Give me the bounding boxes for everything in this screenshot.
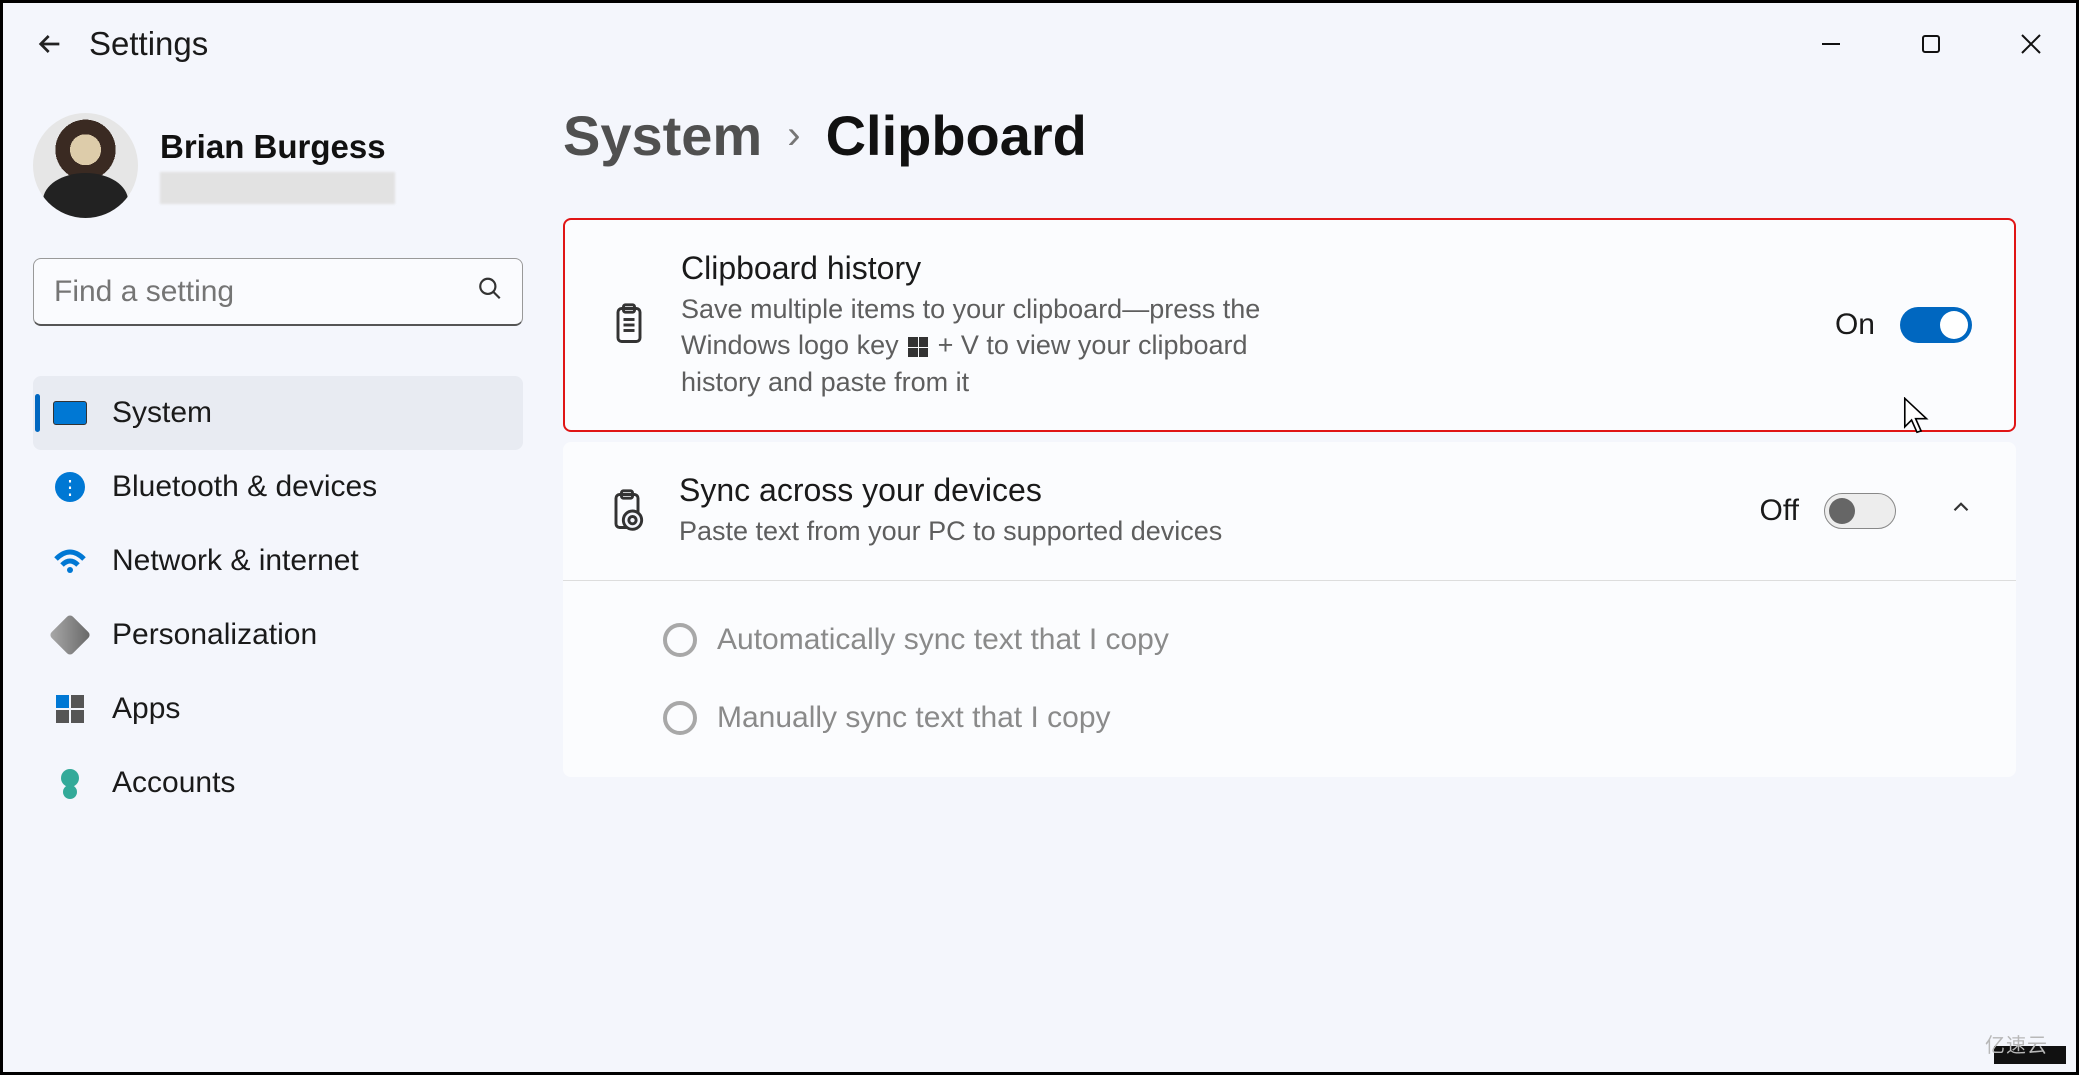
sidebar-item-system[interactable]: System bbox=[33, 376, 523, 450]
sync-devices-card: Sync across your devices Paste text from… bbox=[563, 442, 2016, 776]
wifi-icon bbox=[53, 544, 87, 578]
card-title: Sync across your devices bbox=[679, 472, 1730, 509]
toggle-state-label: On bbox=[1835, 308, 1875, 342]
radio-icon bbox=[663, 701, 697, 735]
radio-icon bbox=[663, 623, 697, 657]
breadcrumb: System › Clipboard bbox=[563, 103, 2016, 168]
user-name: Brian Burgess bbox=[160, 128, 395, 166]
sidebar-item-label: Bluetooth & devices bbox=[112, 470, 377, 504]
breadcrumb-parent[interactable]: System bbox=[563, 103, 762, 168]
sync-options-panel: Automatically sync text that I copy Manu… bbox=[563, 580, 2016, 777]
sync-devices-toggle[interactable] bbox=[1824, 493, 1896, 529]
sidebar-item-apps[interactable]: Apps bbox=[33, 672, 523, 746]
clipboard-history-card: Clipboard history Save multiple items to… bbox=[563, 218, 2016, 432]
sidebar-item-personalization[interactable]: Personalization bbox=[33, 598, 523, 672]
apps-icon bbox=[53, 692, 87, 726]
close-button[interactable] bbox=[2006, 19, 2056, 69]
breadcrumb-current: Clipboard bbox=[826, 103, 1087, 168]
chevron-right-icon: › bbox=[787, 113, 800, 158]
content-area: System › Clipboard Clipboard history Sav… bbox=[563, 85, 2076, 820]
radio-label: Manually sync text that I copy bbox=[717, 701, 1111, 735]
chevron-up-icon[interactable] bbox=[1948, 494, 1974, 528]
sync-option-manual[interactable]: Manually sync text that I copy bbox=[663, 679, 1974, 757]
radio-label: Automatically sync text that I copy bbox=[717, 623, 1169, 657]
card-title: Clipboard history bbox=[681, 250, 1805, 287]
avatar bbox=[33, 113, 138, 218]
person-icon bbox=[53, 766, 87, 800]
brush-icon bbox=[53, 618, 87, 652]
back-button[interactable] bbox=[25, 19, 75, 69]
sidebar-item-label: Apps bbox=[112, 692, 180, 726]
sidebar-item-bluetooth[interactable]: ⋮ Bluetooth & devices bbox=[33, 450, 523, 524]
clipboard-history-toggle[interactable] bbox=[1900, 307, 1972, 343]
windows-logo-icon bbox=[908, 337, 928, 357]
system-icon bbox=[53, 396, 87, 430]
sidebar-item-accounts[interactable]: Accounts bbox=[33, 746, 523, 820]
card-description: Paste text from your PC to supported dev… bbox=[679, 513, 1319, 549]
sidebar-item-network[interactable]: Network & internet bbox=[33, 524, 523, 598]
app-title: Settings bbox=[89, 25, 208, 63]
minimize-button[interactable] bbox=[1806, 19, 1856, 69]
maximize-button[interactable] bbox=[1906, 19, 1956, 69]
sidebar-item-label: System bbox=[112, 396, 212, 430]
sidebar-item-label: Personalization bbox=[112, 618, 317, 652]
clipboard-list-icon bbox=[607, 303, 651, 347]
search-input[interactable] bbox=[33, 258, 523, 326]
bluetooth-icon: ⋮ bbox=[53, 470, 87, 504]
card-description: Save multiple items to your clipboard—pr… bbox=[681, 291, 1321, 400]
sync-option-auto[interactable]: Automatically sync text that I copy bbox=[663, 601, 1974, 679]
sidebar-item-label: Network & internet bbox=[112, 544, 359, 578]
sidebar-item-label: Accounts bbox=[112, 766, 235, 800]
clipboard-sync-icon bbox=[605, 489, 649, 533]
user-profile[interactable]: Brian Burgess bbox=[33, 113, 563, 218]
user-email-redacted bbox=[160, 172, 395, 204]
watermark: 亿速云 bbox=[1985, 1029, 2048, 1058]
search-icon bbox=[477, 276, 503, 309]
sidebar: Brian Burgess System ⋮ Bluetooth & devic… bbox=[3, 85, 563, 820]
toggle-state-label: Off bbox=[1760, 494, 1799, 528]
